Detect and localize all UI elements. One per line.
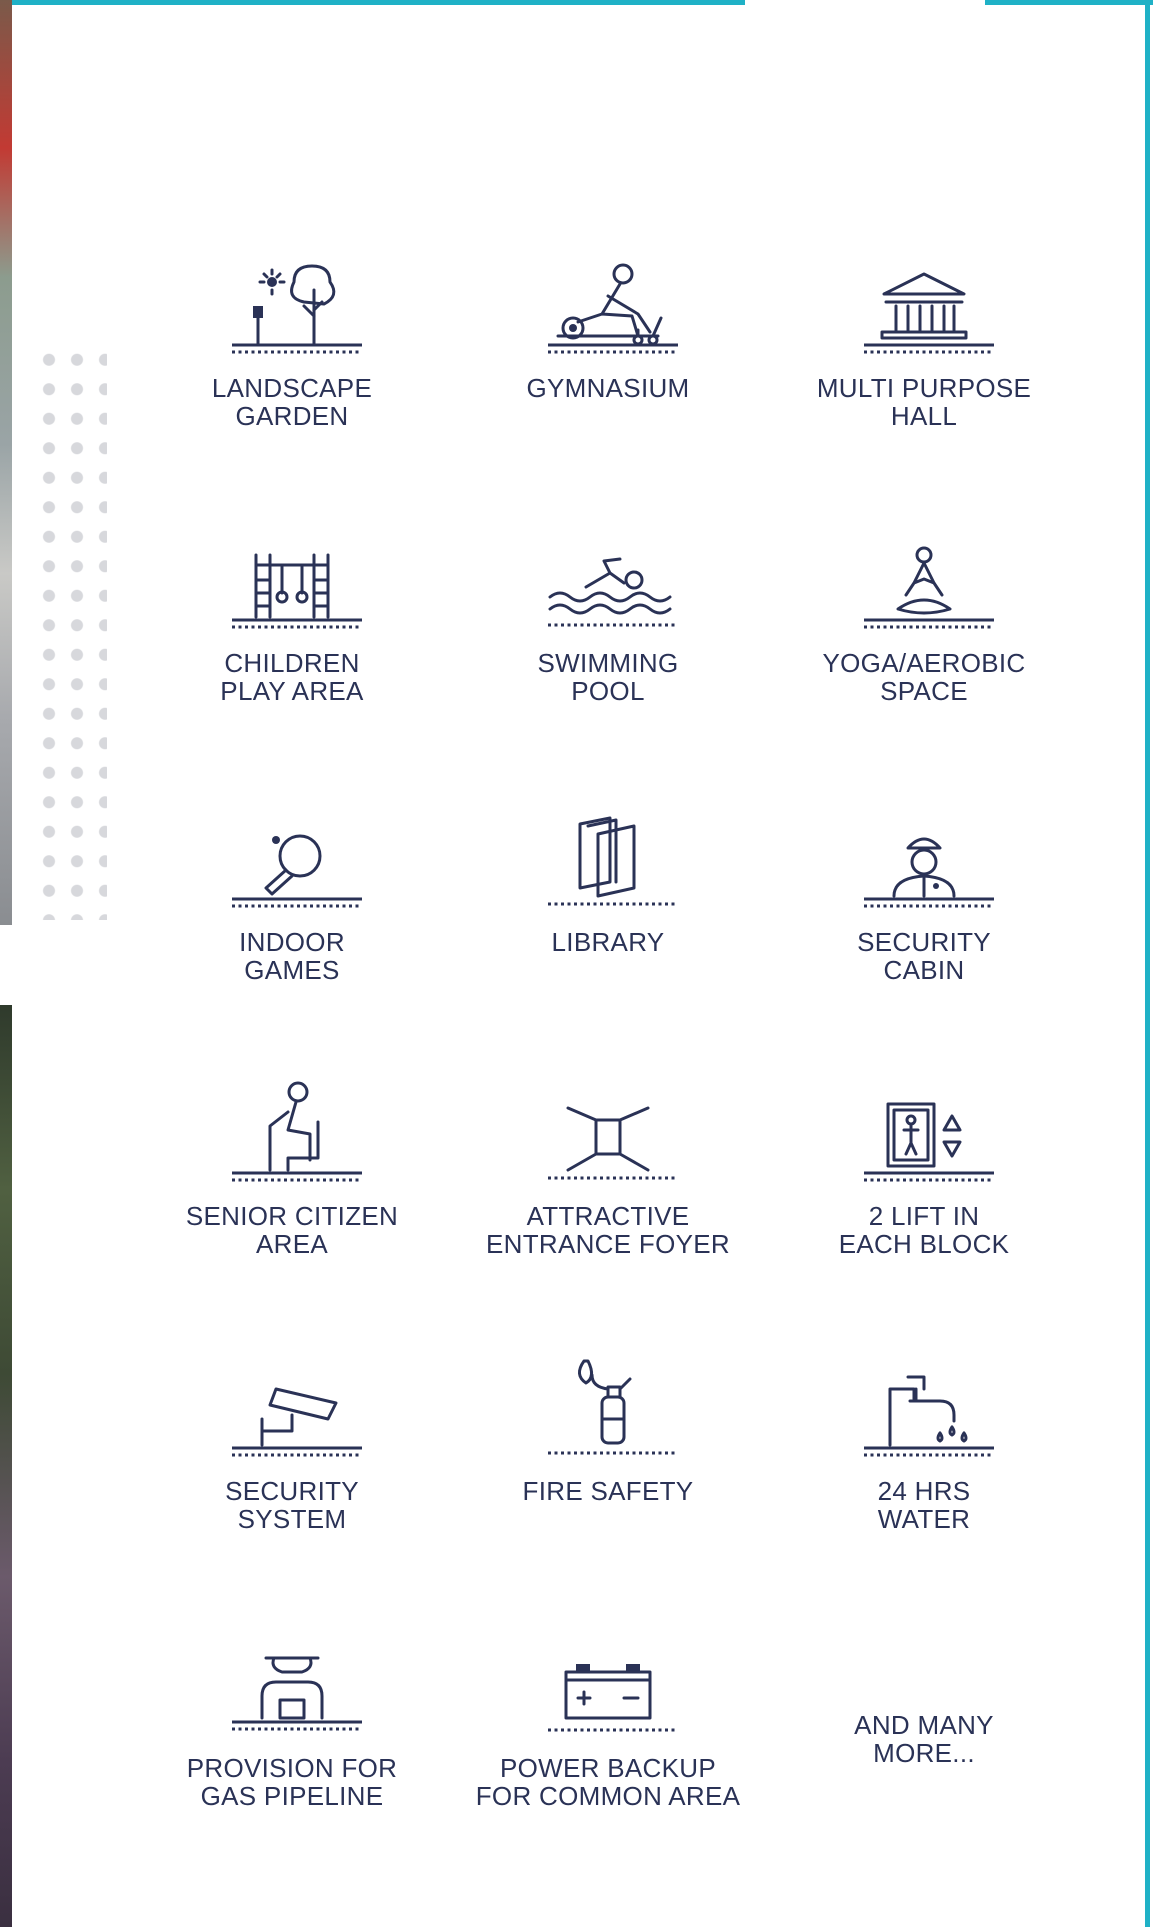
hall-building-icon bbox=[864, 272, 994, 354]
amenity-label: INDOOR GAMES bbox=[239, 927, 345, 985]
amenity-label: LANDSCAPE GARDEN bbox=[211, 373, 373, 431]
amenity-24-hrs-water: 24 HRS WATER bbox=[764, 1353, 1084, 1533]
amenity-swimming-pool: SWIMMING POOL bbox=[448, 525, 768, 705]
amenity-label: CHILDREN PLAY AREA bbox=[220, 648, 364, 706]
amenity-security-cabin: SECURITY CABIN bbox=[764, 804, 1084, 984]
amenity-label: POWER BACKUP FOR COMMON AREA bbox=[475, 1753, 741, 1811]
amenity-landscape-garden: LANDSCAPE GARDEN bbox=[132, 250, 452, 430]
swimmer-icon bbox=[548, 557, 678, 627]
elevator-icon bbox=[864, 1102, 994, 1182]
dot-pattern bbox=[35, 345, 107, 920]
amenity-label: 24 HRS WATER bbox=[877, 1476, 971, 1534]
amenity-label: MULTI PURPOSE HALL bbox=[816, 373, 1032, 431]
amenity-label: ATTRACTIVE ENTRANCE FOYER bbox=[485, 1201, 730, 1259]
amenity-label: AND MANY MORE... bbox=[854, 1710, 994, 1768]
amenity-fire-safety: FIRE SAFETY bbox=[448, 1353, 768, 1505]
fire-extinguisher-icon bbox=[548, 1359, 678, 1455]
amenity-and-many-more: AND MANY MORE... bbox=[764, 1697, 1084, 1767]
frame-top-right bbox=[985, 0, 1153, 5]
water-tap-icon bbox=[864, 1375, 994, 1457]
amenity-label: SECURITY CABIN bbox=[857, 927, 991, 985]
amenity-gymnasium: GYMNASIUM bbox=[448, 250, 768, 402]
amenity-label: GYMNASIUM bbox=[526, 373, 690, 403]
amenity-label: SENIOR CITIZEN AREA bbox=[185, 1201, 399, 1259]
seated-elder-icon bbox=[232, 1081, 362, 1182]
amenity-multi-purpose-hall: MULTI PURPOSE HALL bbox=[764, 250, 1084, 430]
amenity-yoga-aerobic-space: YOGA/AEROBIC SPACE bbox=[764, 525, 1084, 705]
amenity-label: YOGA/AEROBIC SPACE bbox=[822, 648, 1026, 706]
amenity-power-backup-for-common-area: POWER BACKUP FOR COMMON AREA bbox=[448, 1630, 768, 1810]
books-icon bbox=[548, 816, 678, 906]
security-guard-icon bbox=[864, 837, 994, 908]
left-photo-strip-bottom bbox=[0, 1005, 12, 1927]
left-photo-strip-top bbox=[0, 0, 12, 925]
entrance-foyer-icon bbox=[548, 1106, 678, 1180]
amenity-security-system: SECURITY SYSTEM bbox=[132, 1353, 452, 1533]
amenity-senior-citizen-area: SENIOR CITIZEN AREA bbox=[132, 1078, 452, 1258]
yoga-pose-icon bbox=[864, 546, 994, 629]
tree-lamp-icon bbox=[232, 264, 362, 354]
battery-icon bbox=[548, 1664, 678, 1732]
gas-valve-icon bbox=[232, 1656, 362, 1731]
frame-top-left bbox=[12, 0, 745, 5]
amenity-label: SECURITY SYSTEM bbox=[225, 1476, 359, 1534]
amenity-attractive-entrance-foyer: ATTRACTIVE ENTRANCE FOYER bbox=[448, 1078, 768, 1258]
amenity-library: LIBRARY bbox=[448, 804, 768, 956]
frame-right bbox=[1145, 0, 1150, 1927]
amenity-label: PROVISION FOR GAS PIPELINE bbox=[186, 1753, 398, 1811]
cctv-camera-icon bbox=[232, 1387, 362, 1457]
amenity-provision-for-gas-pipeline: PROVISION FOR GAS PIPELINE bbox=[132, 1630, 452, 1810]
table-tennis-icon bbox=[232, 834, 362, 908]
amenity-indoor-games: INDOOR GAMES bbox=[132, 804, 452, 984]
amenity-label: FIRE SAFETY bbox=[522, 1476, 694, 1506]
amenity-label: SWIMMING POOL bbox=[537, 648, 679, 706]
rowing-machine-icon bbox=[548, 263, 678, 354]
amenity-label: 2 LIFT IN EACH BLOCK bbox=[838, 1201, 1010, 1259]
climbing-frame-icon bbox=[232, 553, 362, 629]
amenity-label: LIBRARY bbox=[551, 927, 665, 957]
amenity-2-lift-in-each-block: 2 LIFT IN EACH BLOCK bbox=[764, 1078, 1084, 1258]
amenity-children-play-area: CHILDREN PLAY AREA bbox=[132, 525, 452, 705]
